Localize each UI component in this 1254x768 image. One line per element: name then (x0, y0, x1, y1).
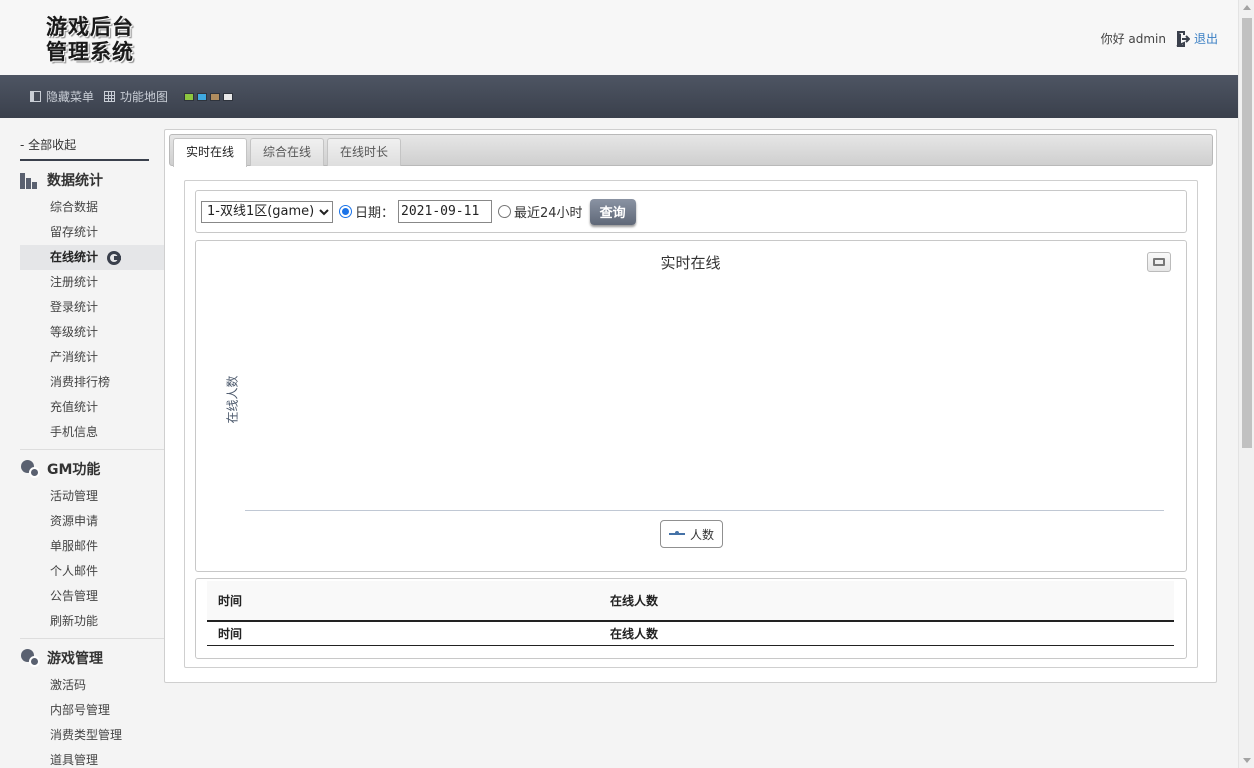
sidebar-item-resource-request[interactable]: 资源申请 (20, 509, 164, 534)
sidebar-item-server-mail[interactable]: 单服邮件 (20, 534, 164, 559)
sidebar-item-register[interactable]: 注册统计 (20, 270, 164, 295)
sidebar: - 全部收起 数据统计 综合数据 留存统计 在线统计 注册统计 登录统计 等级统… (20, 130, 164, 768)
sidebar-item-label: 在线统计 (50, 250, 99, 264)
chart: 实时在线 在线人数 人数 (207, 244, 1174, 560)
tab-content: 1-双线1区(game) 日期： 最近24小时 查询 实时在线 在线人数 (184, 180, 1198, 668)
theme-swatch-green[interactable] (184, 92, 195, 101)
sidebar-group-game-mgmt: 游戏管理 激活码 内部号管理 消费类型管理 道具管理 (20, 643, 164, 768)
sidebar-group-title[interactable]: 数据统计 (20, 165, 164, 195)
chart-title: 实时在线 (660, 254, 721, 272)
sidebar-item-level[interactable]: 等级统计 (20, 320, 164, 345)
tab-realtime-online[interactable]: 实时在线 (173, 138, 248, 167)
logout-icon[interactable] (1176, 30, 1191, 47)
legend-series-label: 人数 (689, 527, 714, 542)
logo: 游戏后台 管理系统 (46, 14, 156, 70)
chart-y-axis: 在线人数 (217, 369, 247, 429)
y-axis-label: 在线人数 (225, 375, 240, 424)
table-footer-row: 时间 在线人数 (207, 621, 1174, 646)
sidebar-item-production[interactable]: 产消统计 (20, 345, 164, 370)
greeting: 你好 admin (1100, 32, 1166, 46)
scrollbar-thumb[interactable] (1242, 18, 1252, 448)
sidebar-item-refresh[interactable]: 刷新功能 (20, 609, 164, 634)
toolbar: 隐藏菜单 功能地图 (0, 75, 1238, 118)
date-input[interactable] (398, 200, 493, 223)
date-radio[interactable] (339, 205, 352, 218)
hide-menu-label: 隐藏菜单 (46, 90, 95, 104)
x-axis-line (245, 510, 1164, 511)
sidebar-group-label: 数据统计 (47, 173, 103, 189)
filter-bar: 1-双线1区(game) 日期： 最近24小时 查询 (195, 190, 1187, 233)
sidebar-item-activity[interactable]: 活动管理 (20, 484, 164, 509)
sidebar-group-label: GM功能 (47, 462, 101, 478)
sidebar-item-retention[interactable]: 留存统计 (20, 220, 164, 245)
legend-line-marker-icon (668, 531, 685, 535)
header: 游戏后台 管理系统 你好 admin 退出 (0, 0, 1238, 75)
scroll-up-arrow-icon[interactable] (1243, 5, 1251, 10)
sidebar-group-data-stats: 数据统计 综合数据 留存统计 在线统计 注册统计 登录统计 等级统计 产消统计 … (20, 165, 164, 450)
column-header-online-count[interactable]: 在线人数 (599, 581, 1174, 622)
column-header-time[interactable]: 时间 (207, 581, 599, 622)
data-table-container: 时间 在线人数 时间 在线人数 (195, 578, 1187, 659)
hide-menu-button[interactable]: 隐藏菜单 (30, 88, 94, 105)
server-select[interactable]: 1-双线1区(game) (201, 200, 333, 223)
last-24h-radio[interactable] (498, 205, 512, 218)
bar-chart-icon (20, 171, 40, 189)
sidebar-item-overview[interactable]: 综合数据 (20, 195, 164, 220)
sidebar-item-login[interactable]: 登录统计 (20, 295, 164, 320)
theme-swatches (184, 92, 236, 101)
tab-online-duration[interactable]: 在线时长 (327, 138, 402, 166)
logo-line-1: 游戏后台 (46, 14, 134, 39)
chart-container: 实时在线 在线人数 人数 (195, 240, 1187, 572)
sidebar-group-title[interactable]: GM功能 (20, 454, 164, 484)
date-label: 日期： (355, 206, 395, 221)
sidebar-group-gm: GM功能 活动管理 资源申请 单服邮件 个人邮件 公告管理 刷新功能 (20, 454, 164, 639)
sidebar-item-spending-rank[interactable]: 消费排行榜 (20, 370, 164, 395)
sidebar-item-activation-code[interactable]: 激活码 (20, 673, 164, 698)
grid-icon (104, 91, 116, 102)
user-area: 你好 admin 退出 (1101, 30, 1218, 47)
table-header-row: 时间 在线人数 (207, 581, 1174, 622)
printer-icon (1153, 258, 1165, 266)
sidebar-item-online-stats[interactable]: 在线统计 (20, 245, 164, 270)
query-button[interactable]: 查询 (589, 198, 636, 225)
column-footer-online-count: 在线人数 (599, 621, 1174, 646)
current-page-icon (107, 250, 122, 265)
sidebar-item-announcement[interactable]: 公告管理 (20, 584, 164, 609)
chart-legend[interactable]: 人数 (660, 520, 723, 548)
sidebar-group-label: 游戏管理 (47, 651, 103, 667)
sidebar-item-recharge[interactable]: 充值统计 (20, 395, 164, 420)
last-24h-label: 最近24小时 (514, 206, 583, 221)
sidebar-item-personal-mail[interactable]: 个人邮件 (20, 559, 164, 584)
main-panel: 实时在线 综合在线 在线时长 1-双线1区(game) 日期： 最近24小时 查… (164, 129, 1217, 683)
sidebar-item-phone-info[interactable]: 手机信息 (20, 420, 164, 445)
sidebar-group-title[interactable]: 游戏管理 (20, 643, 164, 673)
column-footer-time: 时间 (207, 621, 599, 646)
page-scrollbar[interactable] (1238, 0, 1254, 768)
theme-swatch-blue[interactable] (197, 92, 208, 101)
theme-swatch-brown[interactable] (210, 92, 221, 101)
sidebar-item-items[interactable]: 道具管理 (20, 748, 164, 768)
logo-line-2: 管理系统 (46, 39, 134, 64)
function-map-button[interactable]: 功能地图 (104, 88, 168, 105)
sidebar-item-internal-account[interactable]: 内部号管理 (20, 698, 164, 723)
theme-swatch-white[interactable] (223, 92, 234, 101)
tab-overall-online[interactable]: 综合在线 (250, 138, 325, 166)
columns-icon (30, 91, 41, 102)
logout-link[interactable]: 退出 (1194, 30, 1218, 47)
sidebar-item-spending-type[interactable]: 消费类型管理 (20, 723, 164, 748)
function-map-label: 功能地图 (120, 90, 169, 104)
gears-icon (20, 460, 40, 478)
print-button[interactable] (1147, 252, 1171, 272)
collapse-all-link[interactable]: - 全部收起 (20, 130, 149, 161)
data-table: 时间 在线人数 时间 在线人数 (207, 581, 1174, 646)
gears-icon (20, 649, 40, 667)
tab-bar: 实时在线 综合在线 在线时长 (169, 134, 1213, 167)
scroll-down-arrow-icon[interactable] (1243, 758, 1251, 763)
